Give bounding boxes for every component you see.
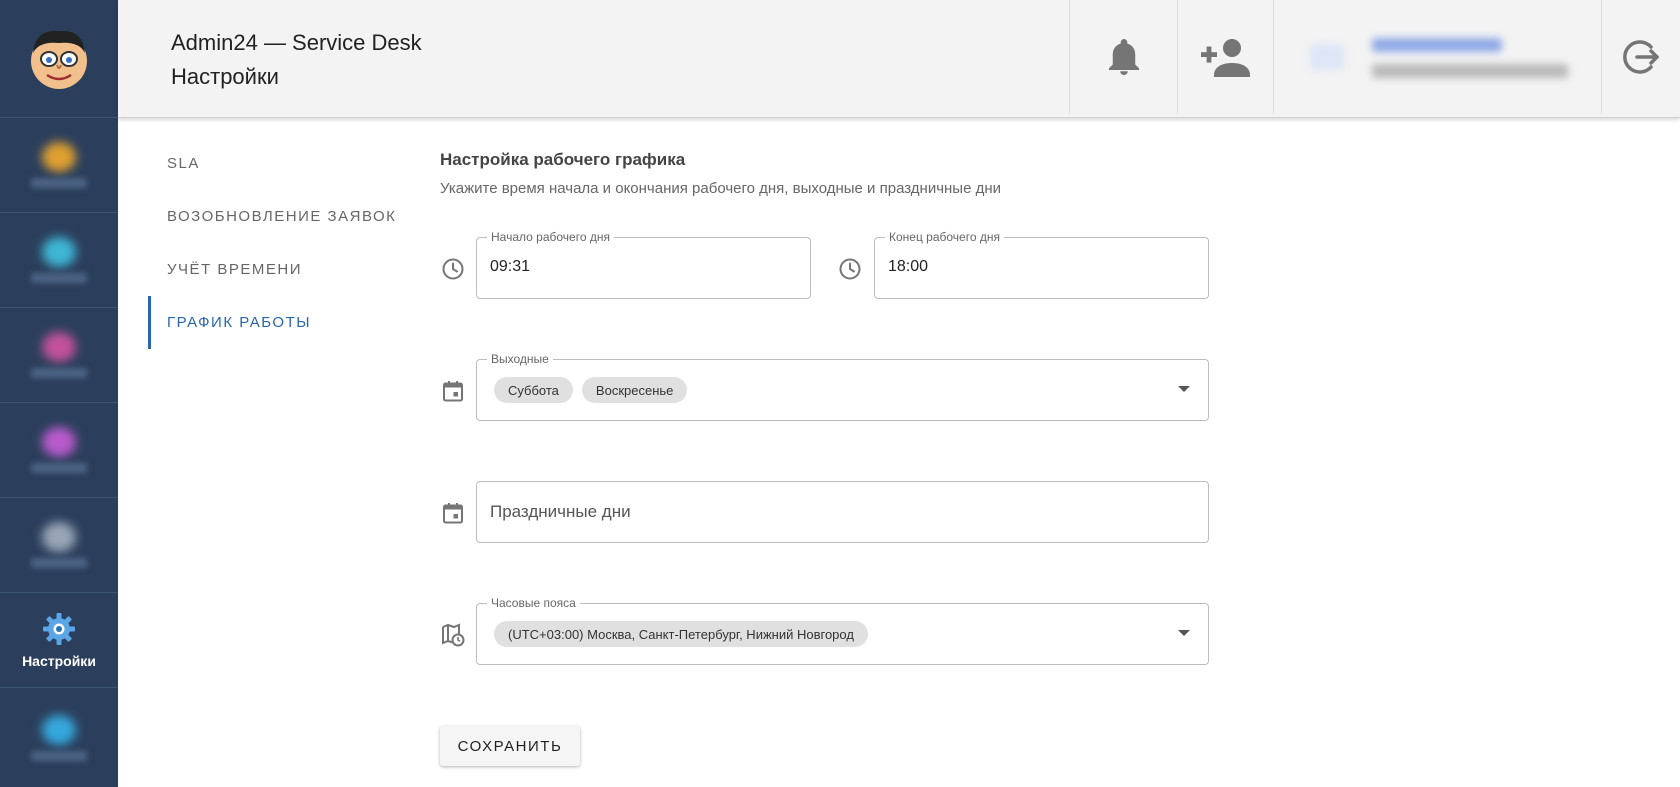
logout-icon: [1623, 40, 1659, 74]
work-end-label: Конец рабочего дня: [885, 229, 1004, 245]
blurred-icon: [42, 522, 76, 552]
app-title: Admin24 — Service Desk: [171, 30, 422, 55]
subnav-item-time-tracking[interactable]: Учёт времени: [148, 243, 408, 296]
holidays-placeholder: Праздничные дни: [490, 502, 631, 521]
notifications-button[interactable]: [1070, 0, 1177, 114]
timezones-label: Часовые пояса: [487, 595, 580, 611]
subnav-item-reopen-requests[interactable]: Возобновление заявок: [148, 190, 408, 243]
subnav-item-sla[interactable]: SLA: [148, 137, 408, 190]
clock-icon: [839, 258, 861, 280]
blurred-icon: [42, 332, 76, 362]
blurred-label: [31, 178, 87, 188]
section-subtitle: Укажите время начала и окончания рабочег…: [440, 180, 1002, 197]
header-titles: Admin24 — Service Desk Настройки: [171, 26, 422, 94]
work-start-label: Начало рабочего дня: [487, 229, 614, 245]
blurred-icon: [42, 237, 76, 267]
work-end-field[interactable]: Конец рабочего дня 18:00: [874, 229, 1209, 299]
blurred-label: [31, 463, 87, 473]
app-sidebar: Настройки: [0, 0, 118, 787]
add-user-icon: [1200, 39, 1250, 77]
schedule-header: Настройка рабочего графика Укажите время…: [440, 150, 1001, 197]
avatar-logo[interactable]: [0, 0, 118, 118]
blurred-label: [31, 273, 87, 283]
avatar-face-icon: [31, 30, 87, 89]
add-user-button[interactable]: [1178, 0, 1273, 114]
gear-icon: [43, 613, 75, 645]
sidebar-item-blurred-3[interactable]: [0, 308, 118, 403]
chip-sunday[interactable]: Воскресенье: [581, 377, 688, 403]
sidebar-item-blurred-4[interactable]: [0, 403, 118, 498]
sidebar-item-blurred-2[interactable]: [0, 213, 118, 308]
work-end-value[interactable]: 18:00: [888, 258, 928, 276]
weekends-select[interactable]: Выходные Суббота Воскресенье: [476, 351, 1209, 421]
chip-saturday[interactable]: Суббота: [494, 377, 573, 403]
calendar-icon: [443, 503, 463, 524]
settings-subnav: SLA Возобновление заявок Учёт времени Гр…: [148, 137, 408, 349]
sidebar-item-label: Настройки: [22, 653, 96, 669]
dropdown-arrow-icon[interactable]: [1178, 630, 1190, 636]
logout-button[interactable]: [1602, 0, 1680, 114]
clock-icon: [442, 258, 464, 280]
calendar-icon: [443, 381, 463, 402]
header-divider: [1273, 0, 1274, 114]
blurred-label: [31, 558, 87, 568]
sidebar-item-blurred-5[interactable]: [0, 498, 118, 593]
blurred-icon: [42, 142, 76, 172]
save-button[interactable]: Сохранить: [440, 726, 580, 766]
dropdown-arrow-icon[interactable]: [1178, 386, 1190, 392]
blurred-user-name: [1372, 38, 1502, 52]
page-title: Настройки: [171, 64, 279, 89]
timezone-map-icon: [442, 623, 465, 647]
user-profile-blurred[interactable]: [1310, 26, 1582, 88]
chip-timezone[interactable]: (UTC+03:00) Москва, Санкт-Петербург, Ниж…: [494, 621, 868, 647]
blurred-label: [31, 368, 87, 378]
weekends-label: Выходные: [487, 351, 553, 367]
sidebar-item-settings[interactable]: Настройки: [0, 593, 118, 688]
blurred-avatar: [1310, 44, 1344, 70]
holidays-field[interactable]: Праздничные дни: [476, 481, 1209, 543]
section-title: Настройка рабочего графика: [440, 150, 686, 169]
work-start-value[interactable]: 09:31: [490, 258, 530, 276]
top-header: Admin24 — Service Desk Настройки: [118, 0, 1680, 118]
subnav-item-work-schedule[interactable]: График работы: [148, 296, 408, 349]
sidebar-item-blurred-6[interactable]: [0, 688, 118, 787]
blurred-icon: [42, 427, 76, 457]
work-start-field[interactable]: Начало рабочего дня 09:31: [476, 229, 811, 299]
timezones-chips: (UTC+03:00) Москва, Санкт-Петербург, Ниж…: [494, 621, 868, 647]
weekends-chips: Суббота Воскресенье: [494, 377, 688, 403]
sidebar-item-blurred-1[interactable]: [0, 118, 118, 213]
blurred-user-org: [1372, 64, 1568, 78]
blurred-label: [31, 750, 87, 761]
timezones-select[interactable]: Часовые пояса (UTC+03:00) Москва, Санкт-…: [476, 595, 1209, 665]
bell-icon: [1108, 39, 1139, 75]
blurred-icon: [42, 714, 76, 745]
